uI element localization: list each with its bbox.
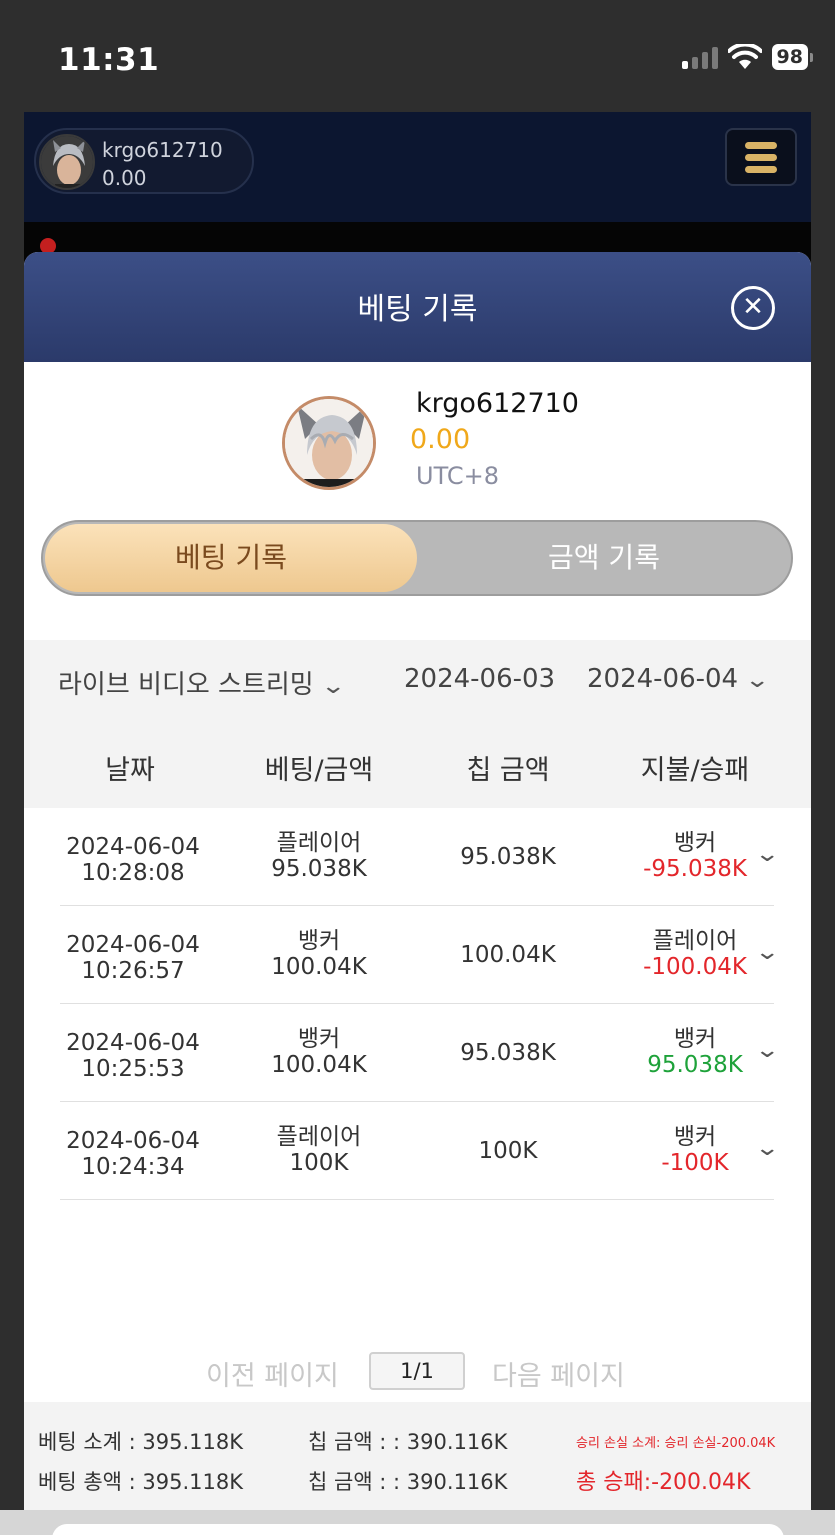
row-payout: 뱅커 95.038K: [647, 1026, 743, 1078]
row-datetime: 2024-06-04 10:25:53: [66, 1030, 200, 1082]
menu-icon: [745, 141, 777, 149]
avatar: [39, 134, 95, 190]
row-datetime: 2024-06-04 10:28:08: [66, 834, 200, 886]
expand-chevron-icon[interactable]: ⌄: [754, 842, 780, 867]
browser-address-field[interactable]: [52, 1524, 784, 1535]
profile-avatar: [282, 396, 376, 490]
table-row[interactable]: 2024-06-04 10:25:53 뱅커 100.04K 95.038K 뱅커 9…: [60, 1004, 780, 1102]
row-datetime: 2024-06-04 10:26:57: [66, 932, 200, 984]
status-icons: 98: [681, 44, 813, 70]
bet-history-modal: 베팅 기록 ✕ krgo612710 0.00 UTC+8 베팅 기록 금액 기…: [24, 252, 811, 1510]
row-bet: 뱅커 100.04K: [271, 928, 367, 980]
header-balance: 0.00: [102, 166, 147, 190]
row-bet: 뱅커 100.04K: [271, 1026, 367, 1078]
wifi-icon: [727, 44, 762, 69]
row-chip-amount: 95.038K: [460, 844, 556, 870]
winloss-total: 총 승패:-200.04K: [576, 1470, 751, 1495]
filter-bar: 라이브 비디오 스트리밍 ⌄ 2024-06-03 2024-06-04 ⌄ 날짜 …: [24, 640, 811, 808]
status-time: 11:31: [58, 42, 160, 78]
expand-chevron-icon[interactable]: ⌄: [754, 940, 780, 965]
bet-subtotal: 베팅 소계 : 395.118K: [38, 1430, 243, 1454]
pagination: 이전 페이지 1/1 다음 페이지: [24, 1352, 811, 1392]
modal-title: 베팅 기록: [357, 292, 478, 327]
chip-total: 칩 금액 : : 390.116K: [308, 1470, 508, 1494]
menu-button[interactable]: [725, 128, 797, 186]
column-header-chip: 칩 금액: [466, 755, 550, 786]
row-payout: 뱅커 -100K: [661, 1124, 729, 1176]
prev-page-button[interactable]: 이전 페이지: [206, 1354, 339, 1393]
row-chip-amount: 100.04K: [460, 942, 556, 968]
close-icon: ✕: [742, 292, 764, 322]
row-datetime: 2024-06-04 10:24:34: [66, 1128, 200, 1180]
row-bet: 플레이어 95.038K: [271, 830, 367, 882]
expand-chevron-icon[interactable]: ⌄: [754, 1136, 780, 1161]
start-date-picker[interactable]: 2024-06-03: [404, 664, 555, 694]
battery-icon: 98: [771, 44, 813, 70]
row-chip-amount: 95.038K: [460, 1040, 556, 1066]
page-indicator[interactable]: 1/1: [369, 1352, 465, 1390]
user-pill[interactable]: krgo612710 0.00: [34, 128, 254, 194]
row-payout: 플레이어 -100.04K: [643, 928, 747, 980]
column-header-date: 날짜: [105, 755, 155, 786]
winloss-subtotal: 승리 손실 소계: 승리 손실-200.04K: [576, 1436, 776, 1451]
chevron-down-icon: ⌄: [744, 668, 771, 693]
row-chip-amount: 100K: [478, 1138, 538, 1164]
column-header-payout: 지불/승패: [640, 755, 750, 786]
chevron-down-icon: ⌄: [320, 674, 346, 699]
profile-username: krgo612710: [416, 388, 579, 419]
next-page-button[interactable]: 다음 페이지: [492, 1354, 625, 1393]
game-type-dropdown[interactable]: 라이브 비디오 스트리밍 ⌄: [58, 664, 346, 701]
row-payout: 뱅커 -95.038K: [643, 830, 747, 882]
modal-header: 베팅 기록 ✕: [24, 252, 811, 362]
row-bet: 플레이어 100K: [276, 1124, 362, 1176]
battery-level: 98: [771, 44, 808, 70]
table-row[interactable]: 2024-06-04 10:28:08 플레이어 95.038K 95.038K 뱅…: [60, 808, 780, 906]
column-header-bet: 베팅/금액: [264, 755, 374, 786]
profile-balance: 0.00: [410, 424, 471, 455]
record-tabs: 베팅 기록 금액 기록: [41, 520, 793, 596]
cellular-signal-icon: [681, 45, 718, 69]
end-date-picker[interactable]: 2024-06-04 ⌄: [587, 664, 771, 694]
header-username: krgo612710: [102, 138, 223, 162]
profile-timezone: UTC+8: [416, 462, 499, 490]
status-bar: 11:31 98: [0, 0, 835, 112]
tab-amount-history[interactable]: 금액 기록: [419, 524, 789, 592]
bet-total: 베팅 총액 : 395.118K: [38, 1470, 243, 1494]
expand-chevron-icon[interactable]: ⌄: [754, 1038, 780, 1063]
table-row[interactable]: 2024-06-04 10:24:34 플레이어 100K 100K 뱅커 -100K…: [60, 1102, 780, 1200]
summary-footer: 베팅 소계 : 395.118K 칩 금액 : : 390.116K 승리 손실…: [24, 1402, 811, 1510]
tab-bet-history[interactable]: 베팅 기록: [45, 524, 417, 592]
close-button[interactable]: ✕: [731, 286, 775, 330]
chip-subtotal: 칩 금액 : : 390.116K: [308, 1430, 508, 1454]
end-date-label: 2024-06-04: [587, 664, 739, 694]
table-row[interactable]: 2024-06-04 10:26:57 뱅커 100.04K 100.04K 플레이…: [60, 906, 780, 1004]
game-type-label: 라이브 비디오 스트리밍: [58, 670, 314, 700]
